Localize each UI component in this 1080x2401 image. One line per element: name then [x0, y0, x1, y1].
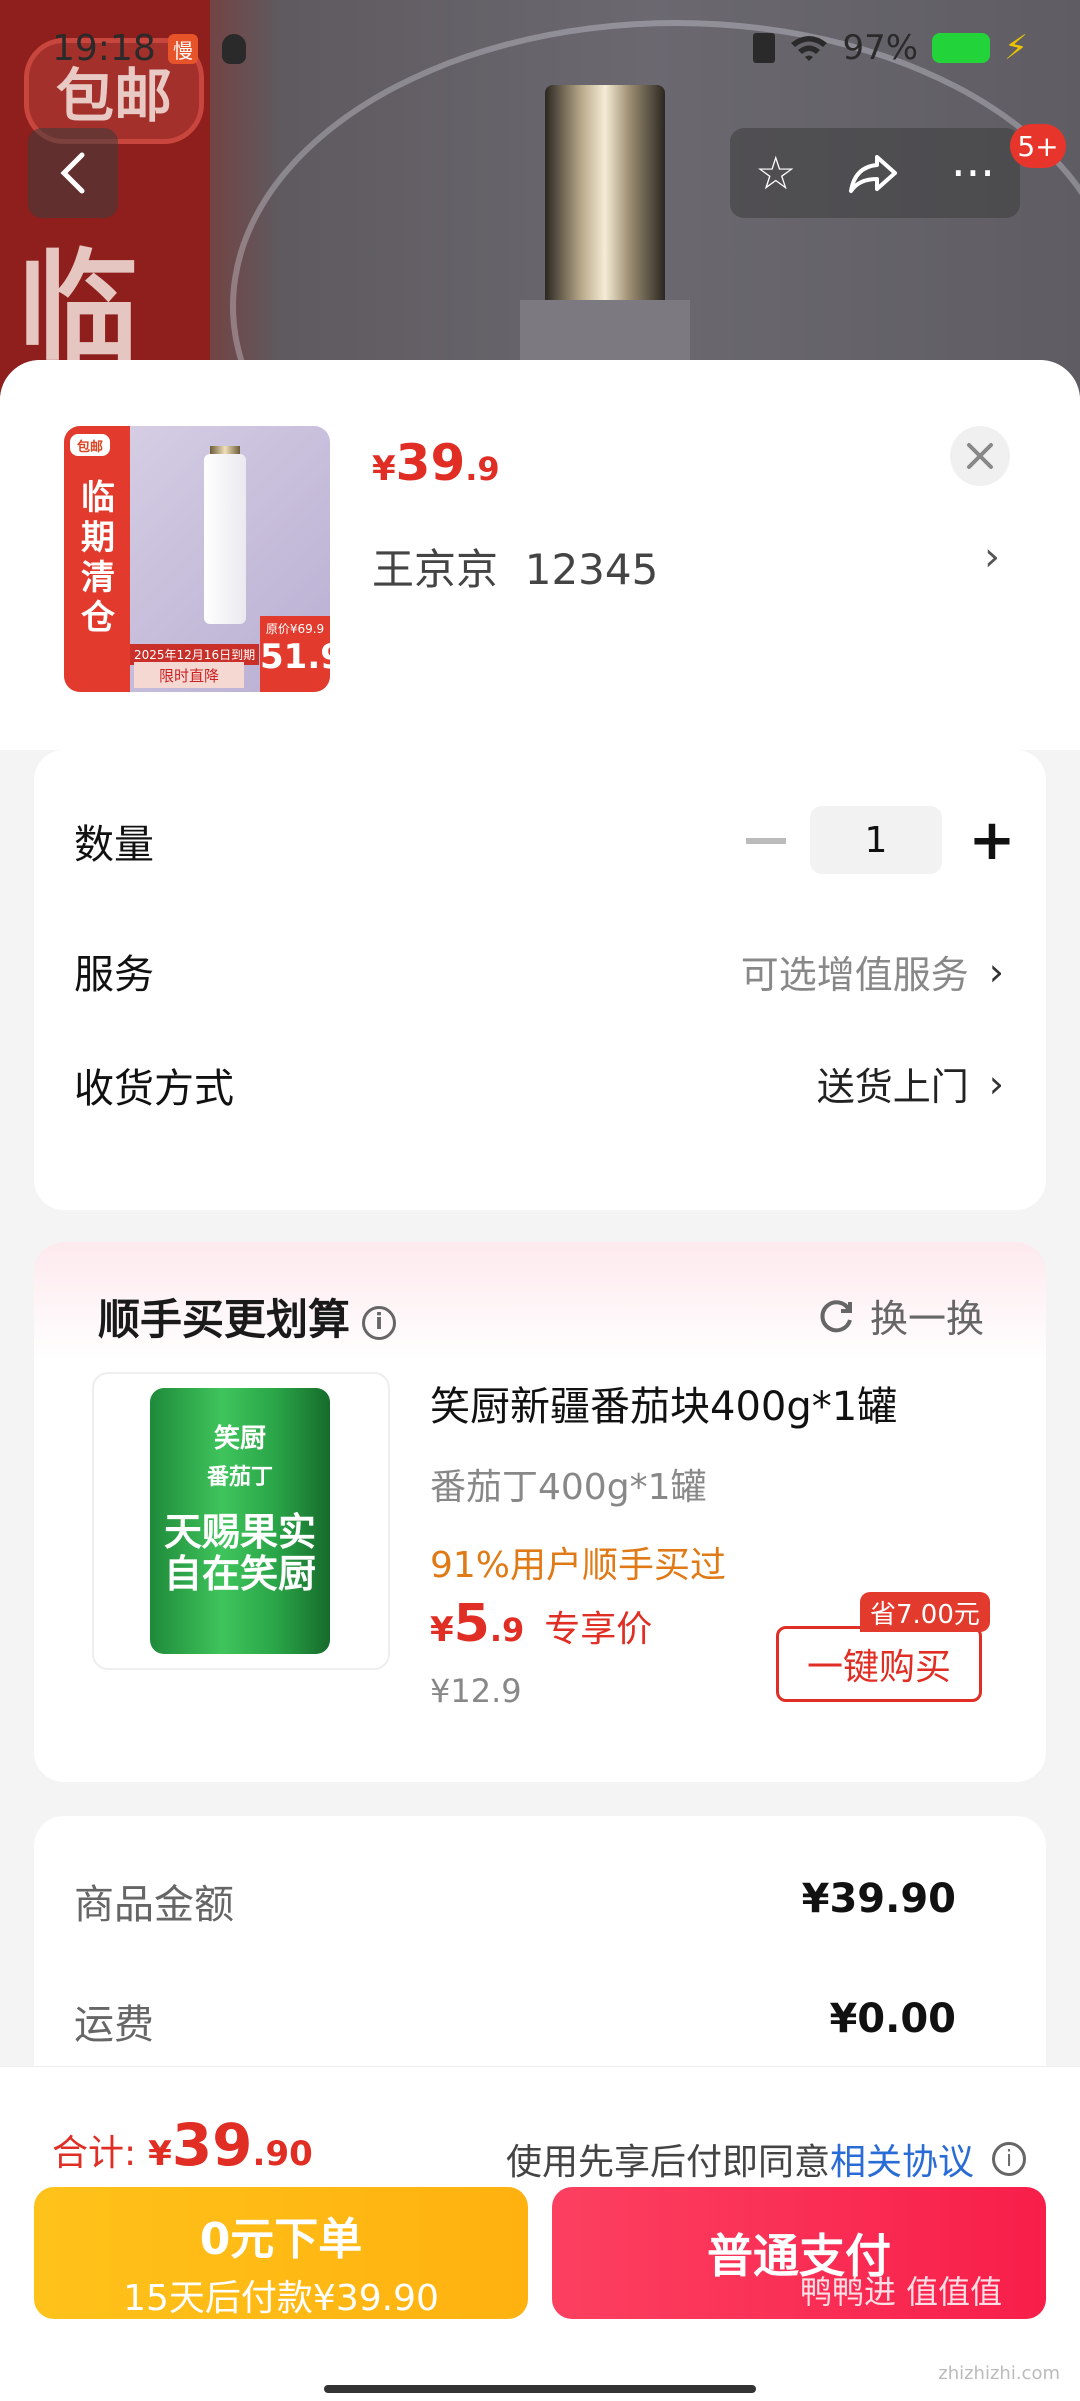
close-icon	[967, 443, 993, 469]
upsell-item-spec: 番茄丁400g*1罐	[430, 1467, 707, 1508]
chevron-left-icon	[60, 152, 85, 194]
chevron-right-icon[interactable]: ›	[984, 534, 1000, 580]
total-currency: ¥	[148, 2134, 172, 2174]
product-price: ¥39.9	[372, 434, 500, 492]
shipping-address[interactable]: 王京京 12345	[372, 536, 658, 597]
close-button[interactable]	[950, 426, 1010, 486]
thumb-deal-price: 51.9	[260, 637, 330, 677]
upsell-item-name[interactable]: 笑厨新疆番茄块400g*1罐	[430, 1374, 990, 1432]
thumb-limited-drop: 限时直降	[134, 662, 244, 688]
home-indicator[interactable]	[324, 2385, 756, 2393]
checkout-footer: 合计: ¥39.90 使用先享后付即同意 相关协议 i 0元下单 15天后付款¥39.…	[0, 2066, 1080, 2401]
tomato-can: 笑厨 番茄丁 天赐果实 自在笑厨	[150, 1388, 330, 1654]
upsell-original-price: ¥12.9	[430, 1672, 522, 1710]
more-menu-icon[interactable]: ···	[951, 146, 995, 200]
delivery-value: 送货上门	[816, 1065, 969, 1109]
product-header: 包邮 临期清仓 2025年12月16日到期 限时直降 原价¥69.9 51.9 …	[0, 360, 1080, 750]
battery-icon	[932, 33, 991, 63]
service-value: 可选增值服务	[740, 953, 969, 997]
total-decimal: .90	[252, 2134, 313, 2174]
swap-button[interactable]: 换一换	[816, 1288, 984, 1343]
upsell-price: ¥5.9 专享价	[430, 1594, 652, 1654]
upsell-title-text: 顺手买更划算	[98, 1295, 351, 1344]
share-icon[interactable]	[847, 151, 901, 195]
promo-big-char: 临	[18, 239, 138, 378]
chevron-right-icon: ›	[988, 1061, 1004, 1106]
app-notification-icon: 慢	[168, 34, 198, 64]
shipping-fee-label: 运费	[74, 2002, 154, 2048]
agreement-notice: 使用先享后付即同意 相关协议 i	[506, 2133, 1026, 2185]
thumb-clearance-text: 临期清仓	[81, 478, 115, 638]
save-amount-badge: 省7.00元	[860, 1592, 990, 1632]
pay-later-subtitle: 15天后付款¥39.90	[123, 2278, 439, 2319]
can-logo: 笑厨	[213, 1424, 266, 1454]
goods-amount-label: 商品金额	[74, 1882, 234, 1928]
quantity-input[interactable]: 1	[810, 806, 942, 874]
agreement-link[interactable]: 相关协议	[830, 2133, 974, 2185]
status-indicators: 97% ⚡	[752, 28, 1028, 68]
favorite-star-icon[interactable]: ☆	[755, 146, 796, 200]
quantity-decrement-button[interactable]	[746, 838, 786, 844]
upsell-price-decimal: .9	[489, 1611, 525, 1649]
service-selector[interactable]: 可选增值服务 ›	[741, 944, 1004, 999]
upsell-price-integer: 5	[453, 1594, 490, 1654]
battery-percent: 97%	[842, 28, 919, 68]
charging-icon: ⚡	[1004, 28, 1028, 68]
refresh-icon	[820, 1299, 852, 1332]
wifi-icon	[790, 36, 827, 61]
notification-badge: 5+	[1010, 124, 1066, 168]
shipping-fee-value: ¥0.00	[829, 1996, 956, 2042]
can-slogan: 天赐果实 自在笑厨	[163, 1510, 316, 1596]
service-label: 服务	[74, 952, 154, 998]
price-decimal: .9	[465, 450, 500, 488]
options-card: 数量 1 + 服务 可选增值服务 › 收货方式 送货上门 ›	[34, 750, 1046, 1210]
price-integer: 39	[395, 434, 466, 492]
thumb-orig-price: 原价¥69.9	[265, 622, 325, 636]
penguin-icon	[222, 34, 246, 64]
can-subtitle: 番茄丁	[206, 1465, 273, 1490]
upsell-bought-text: 91%用户顺手买过	[430, 1545, 727, 1586]
one-click-buy-button[interactable]: 一键购买	[776, 1626, 982, 1702]
upsell-price-label: 专享价	[544, 1609, 653, 1650]
upsell-price-currency: ¥	[430, 1610, 454, 1650]
status-time: 19:18	[52, 28, 156, 69]
swap-label: 换一换	[869, 1297, 984, 1341]
upsell-card: 顺手买更划算 i 换一换 笑厨 番茄丁 天赐果实 自在笑厨 笑厨新疆番茄块400g…	[34, 1242, 1046, 1782]
total-integer: 39	[171, 2111, 253, 2179]
watermark: 鸭鸭进 值值值	[800, 2273, 1003, 2311]
quantity-increment-button[interactable]: +	[964, 802, 1020, 878]
recipient-phone: 12345	[524, 545, 659, 594]
product-thumbnail: 包邮 临期清仓 2025年12月16日到期 限时直降 原价¥69.9 51.9	[64, 426, 330, 692]
thumb-price-tag: 原价¥69.9 51.9	[260, 616, 330, 692]
quantity-label: 数量	[74, 822, 154, 868]
product-bottle-cap	[545, 85, 665, 315]
sim-icon	[752, 33, 775, 63]
agreement-text: 使用先享后付即同意	[505, 2142, 830, 2183]
upsell-title: 顺手买更划算 i	[98, 1286, 397, 1347]
back-button[interactable]	[28, 128, 118, 218]
pay-later-title: 0元下单	[199, 2214, 363, 2265]
delivery-label: 收货方式	[74, 1066, 234, 1112]
info-icon[interactable]: i	[362, 1305, 397, 1340]
thumb-bottle	[204, 454, 246, 624]
delivery-selector[interactable]: 送货上门 ›	[817, 1056, 1004, 1111]
watermark-url: zhizhizhi.com	[938, 2363, 1060, 2384]
info-icon[interactable]: i	[992, 2142, 1026, 2176]
total-label: 合计:	[52, 2133, 137, 2174]
price-currency: ¥	[372, 449, 396, 489]
top-action-bar: ☆ ···	[730, 128, 1020, 218]
recipient-name: 王京京	[372, 545, 499, 594]
goods-amount-value: ¥39.90	[801, 1876, 956, 1922]
status-bar: 19:18 慢 97% ⚡	[0, 0, 1080, 100]
upsell-product-image[interactable]: 笑厨 番茄丁 天赐果实 自在笑厨	[92, 1372, 390, 1670]
thumb-free-shipping-tag: 包邮	[70, 434, 110, 456]
pay-later-button[interactable]: 0元下单 15天后付款¥39.90	[34, 2187, 528, 2319]
order-total: 合计: ¥39.90	[52, 2111, 313, 2179]
chevron-right-icon: ›	[988, 949, 1004, 994]
